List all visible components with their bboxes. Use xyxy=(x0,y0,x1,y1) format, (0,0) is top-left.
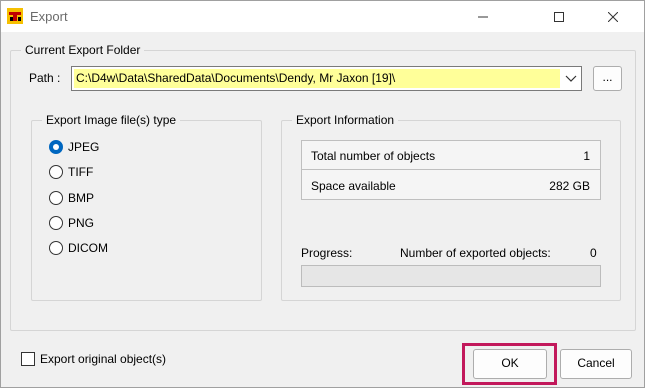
radio-png-label: PNG xyxy=(68,216,95,230)
export-original-label: Export original object(s) xyxy=(40,352,167,366)
current-export-folder-label: Current Export Folder xyxy=(21,43,145,57)
cancel-button[interactable]: Cancel xyxy=(560,349,632,379)
radio-tiff[interactable]: TIFF xyxy=(49,163,93,181)
ok-button-highlight xyxy=(462,343,557,385)
export-original-check[interactable] xyxy=(21,352,35,366)
radio-dicom[interactable]: DICOM xyxy=(49,239,108,257)
total-objects-value: 1 xyxy=(583,149,590,163)
radio-jpeg-label: JPEG xyxy=(68,140,100,154)
radio-bmp[interactable]: BMP xyxy=(49,189,94,207)
title-bar: Export xyxy=(1,1,644,32)
radio-png[interactable]: PNG xyxy=(49,214,94,232)
close-icon xyxy=(608,11,618,22)
export-original-checkbox[interactable]: Export original object(s) xyxy=(21,352,166,366)
browse-button[interactable]: ... xyxy=(593,66,622,91)
image-type-label: Export Image file(s) type xyxy=(42,113,181,127)
radio-jpeg-button[interactable] xyxy=(49,140,63,154)
space-available-value: 282 GB xyxy=(549,179,590,193)
window-title: Export xyxy=(30,9,68,24)
minimize-icon xyxy=(478,16,488,17)
radio-png-button[interactable] xyxy=(49,216,63,230)
export-information-label: Export Information xyxy=(292,113,399,127)
progress-label: Progress: xyxy=(301,246,353,260)
exported-count-value: 0 xyxy=(590,246,597,260)
table-row: Space available 282 GB xyxy=(302,171,600,200)
total-objects-label: Total number of objects xyxy=(311,149,436,163)
space-available-label: Space available xyxy=(311,179,396,193)
app-logo-icon xyxy=(6,7,24,25)
minimize-button[interactable] xyxy=(460,1,506,32)
radio-bmp-label: BMP xyxy=(68,191,95,205)
radio-jpeg[interactable]: JPEG xyxy=(49,138,99,156)
maximize-icon xyxy=(554,11,564,22)
path-label: Path : xyxy=(29,71,61,85)
maximize-button[interactable] xyxy=(536,1,582,32)
close-button[interactable] xyxy=(590,1,636,32)
radio-tiff-button[interactable] xyxy=(49,165,63,179)
export-info-table: Total number of objects 1 Space availabl… xyxy=(301,140,601,200)
path-combobox[interactable]: C:\D4w\Data\SharedData\Documents\Dendy, … xyxy=(71,66,582,91)
exported-count-label: Number of exported objects: xyxy=(400,246,551,260)
export-dialog: Export Current Export Folder Path : C:\D… xyxy=(0,0,645,388)
radio-dicom-label: DICOM xyxy=(68,241,108,255)
table-row: Total number of objects 1 xyxy=(302,141,600,170)
path-value[interactable]: C:\D4w\Data\SharedData\Documents\Dendy, … xyxy=(74,69,560,88)
radio-dicom-button[interactable] xyxy=(49,241,63,255)
progress-bar xyxy=(301,265,601,287)
radio-bmp-button[interactable] xyxy=(49,191,63,205)
chevron-down-icon[interactable] xyxy=(564,72,578,86)
radio-tiff-label: TIFF xyxy=(68,165,94,179)
